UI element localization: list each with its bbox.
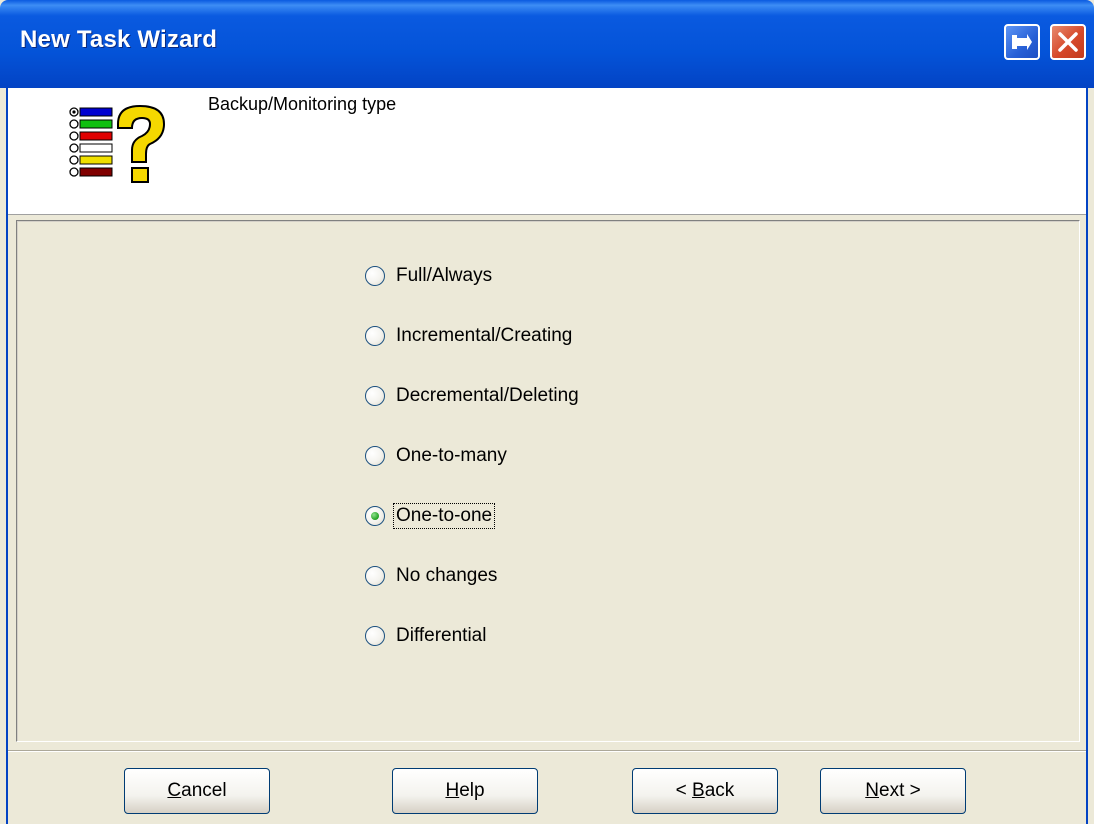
wizard-header: Backup/Monitoring type bbox=[8, 88, 1086, 215]
radio-label: One-to-many bbox=[396, 445, 507, 466]
radio-label: One-to-one bbox=[392, 503, 496, 529]
radio-label: Incremental/Creating bbox=[396, 325, 573, 346]
back-prefix: < bbox=[675, 780, 693, 801]
cancel-label: ancel bbox=[181, 780, 227, 801]
radio-button[interactable] bbox=[365, 326, 385, 346]
help-mnemonic: H bbox=[445, 780, 460, 801]
back-mnemonic: B bbox=[692, 780, 705, 801]
cancel-button[interactable]: Cancel bbox=[124, 768, 270, 814]
wizard-body: Backup/Monitoring type Full/Always Incre… bbox=[6, 88, 1088, 824]
radio-label: No changes bbox=[396, 565, 498, 586]
radio-full-always[interactable]: Full/Always bbox=[365, 263, 494, 289]
radio-no-changes[interactable]: No changes bbox=[365, 563, 499, 589]
title-bar[interactable]: New Task Wizard bbox=[0, 0, 1094, 88]
pin-button[interactable] bbox=[1004, 24, 1040, 60]
backup-type-options: Full/Always Incremental/Creating Decreme… bbox=[16, 220, 1080, 742]
cancel-mnemonic: C bbox=[167, 780, 182, 801]
page-title: Backup/Monitoring type bbox=[208, 94, 397, 114]
help-button[interactable]: Help bbox=[392, 768, 538, 814]
radio-button[interactable] bbox=[365, 566, 385, 586]
footer-divider bbox=[8, 750, 1086, 752]
wizard-list-question-icon bbox=[69, 104, 166, 183]
help-label: elp bbox=[459, 780, 485, 801]
radio-label: Decremental/Deleting bbox=[396, 385, 579, 406]
radio-label: Differential bbox=[396, 625, 487, 646]
next-mnemonic: N bbox=[865, 780, 879, 801]
radio-button[interactable] bbox=[365, 386, 385, 406]
radio-one-to-many[interactable]: One-to-many bbox=[365, 443, 509, 469]
close-button[interactable] bbox=[1050, 24, 1086, 60]
radio-decremental-deleting[interactable]: Decremental/Deleting bbox=[365, 383, 581, 409]
back-button[interactable]: < Back bbox=[632, 768, 778, 814]
radio-button[interactable] bbox=[365, 266, 385, 286]
radio-button[interactable] bbox=[365, 446, 385, 466]
next-button[interactable]: Next > bbox=[820, 768, 966, 814]
radio-one-to-one[interactable]: One-to-one bbox=[365, 503, 496, 529]
radio-button-selected[interactable] bbox=[365, 506, 385, 526]
close-icon bbox=[1058, 32, 1078, 52]
next-label: ext > bbox=[879, 780, 921, 801]
back-label: ack bbox=[704, 780, 735, 801]
pin-icon bbox=[1012, 34, 1032, 50]
radio-differential[interactable]: Differential bbox=[365, 623, 488, 649]
radio-label: Full/Always bbox=[396, 265, 493, 286]
radio-incremental-creating[interactable]: Incremental/Creating bbox=[365, 323, 574, 349]
radio-button[interactable] bbox=[365, 626, 385, 646]
window-title: New Task Wizard bbox=[20, 26, 218, 53]
